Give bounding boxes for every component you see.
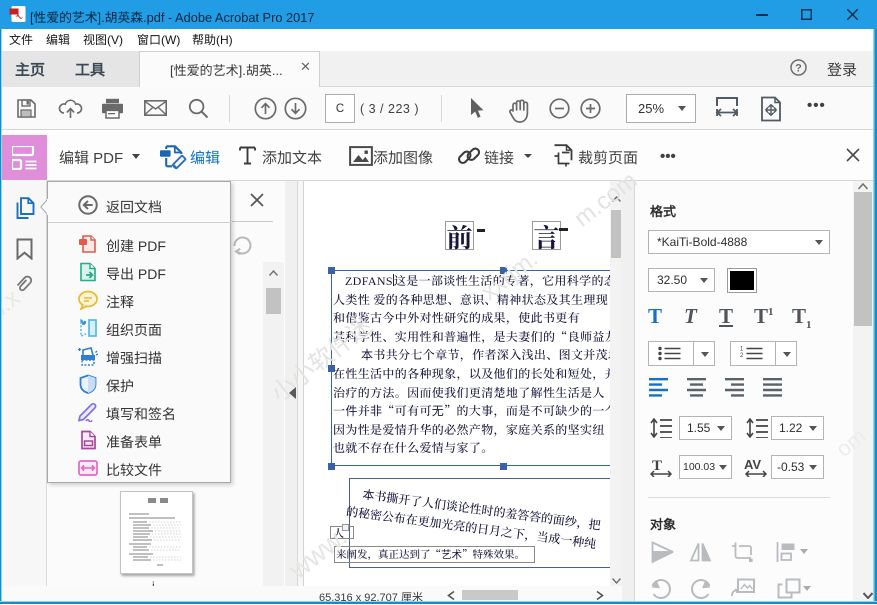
svg-text:2: 2 [740, 353, 744, 359]
svg-text:1: 1 [740, 347, 744, 353]
svg-text:AV: AV [744, 457, 761, 472]
svg-text:?: ? [795, 63, 802, 75]
